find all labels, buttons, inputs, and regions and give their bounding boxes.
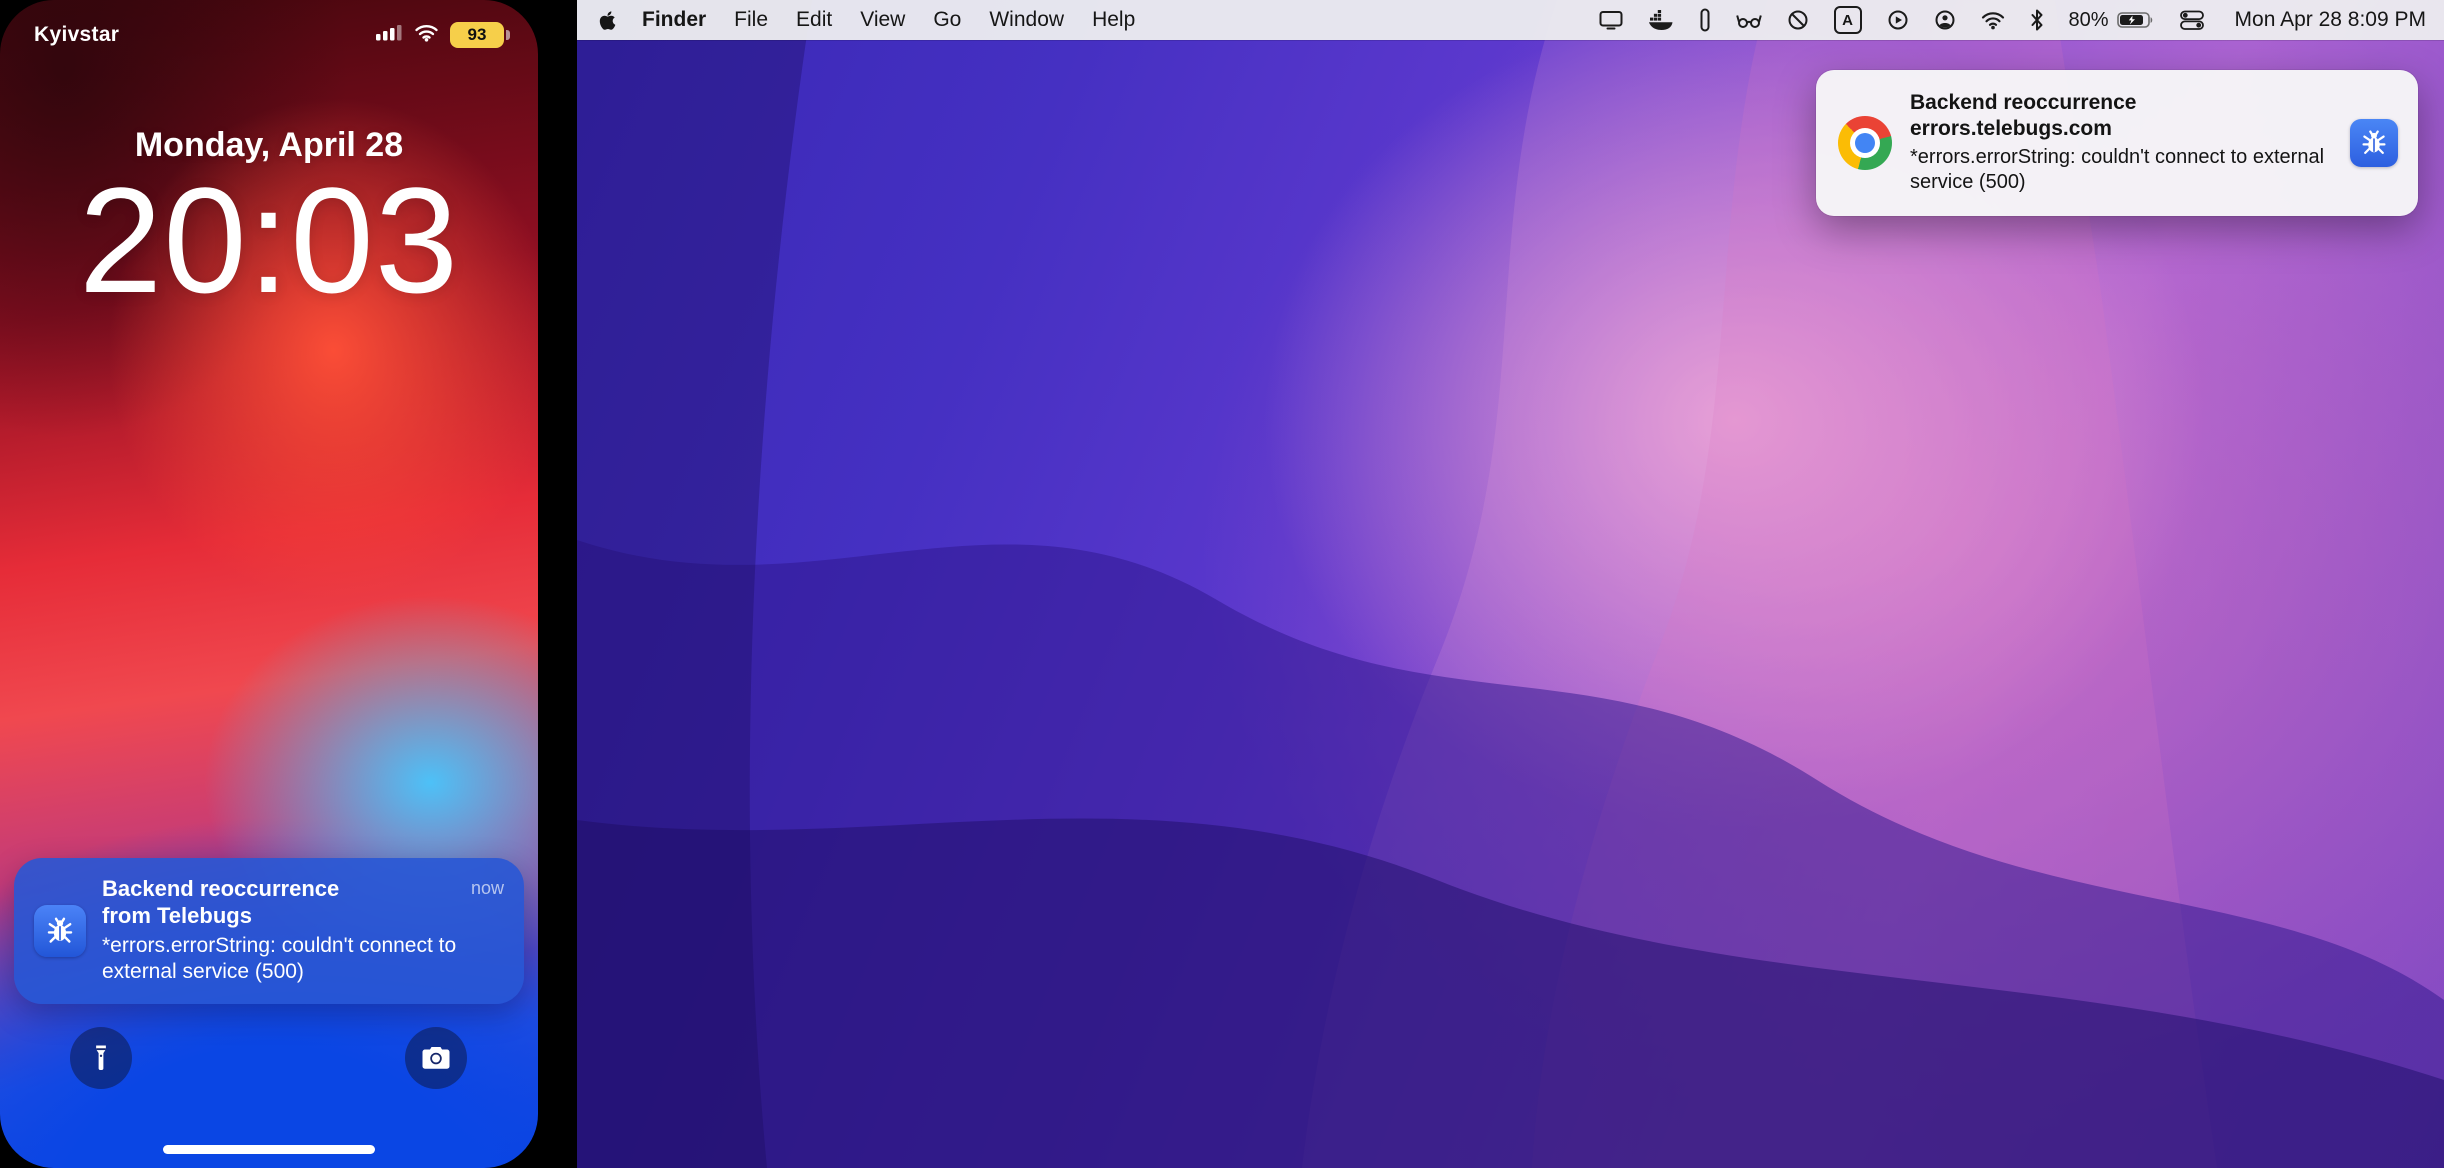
battery-icon <box>2117 11 2155 29</box>
macos-desktop[interactable]: Finder File Edit View Go Window Help <box>577 0 2444 1168</box>
bluetooth-icon[interactable] <box>2030 7 2044 33</box>
display-mirroring-icon[interactable] <box>1599 7 1623 33</box>
menu-go[interactable]: Go <box>919 8 975 32</box>
apple-logo-icon <box>599 10 616 31</box>
flashlight-button[interactable] <box>70 1027 132 1089</box>
battery-percent-label: 93 <box>468 25 487 45</box>
menubar: Finder File Edit View Go Window Help <box>577 0 2444 40</box>
bug-icon <box>43 914 77 948</box>
menu-help[interactable]: Help <box>1078 8 1149 32</box>
notification-content: Backend reoccurrence from Telebugs now *… <box>102 876 504 986</box>
apple-menu[interactable] <box>595 10 628 31</box>
desktop-notification[interactable]: Backend reoccurrence errors.telebugs.com… <box>1816 70 2418 216</box>
input-source-letter: A <box>1842 12 1853 29</box>
menu-edit[interactable]: Edit <box>782 8 846 32</box>
camera-icon <box>421 1045 451 1071</box>
phone-status-bar: Kyivstar 93 <box>0 22 538 48</box>
lock-screen-clock: 20:03 <box>0 158 538 323</box>
docker-icon[interactable] <box>1648 7 1674 33</box>
capsule-icon[interactable] <box>1699 7 1711 33</box>
notification-timestamp: now <box>471 878 504 899</box>
wifi-status-icon[interactable] <box>1981 7 2005 33</box>
notification-content: Backend reoccurrence errors.telebugs.com… <box>1910 90 2332 196</box>
user-circle-icon[interactable] <box>1934 7 1956 33</box>
cellular-signal-icon <box>376 24 403 46</box>
screenshot-stage: Kyivstar 93 Monday, April 28 20:03 <box>0 0 2444 1168</box>
control-center-icon[interactable] <box>2180 7 2204 33</box>
menubar-status-area: A 80% <box>1599 6 2426 34</box>
phone-notification[interactable]: Backend reoccurrence from Telebugs now *… <box>14 858 524 1004</box>
iphone-lock-screen: Kyivstar 93 Monday, April 28 20:03 <box>0 0 538 1168</box>
glasses-icon[interactable] <box>1736 7 1762 33</box>
notification-body: *errors.errorString: couldn't connect to… <box>1910 145 2332 196</box>
telebugs-icon <box>2350 119 2398 167</box>
do-not-disturb-icon[interactable] <box>1787 7 1809 33</box>
notification-body: *errors.errorString: couldn't connect to… <box>102 933 504 986</box>
home-indicator[interactable] <box>163 1145 375 1154</box>
menu-view[interactable]: View <box>846 8 919 32</box>
wifi-icon <box>414 24 439 47</box>
battery-indicator: 93 <box>450 22 504 48</box>
notification-title: Backend reoccurrence from Telebugs <box>102 876 339 930</box>
flashlight-icon <box>88 1043 114 1073</box>
play-circle-icon[interactable] <box>1887 7 1909 33</box>
battery-status[interactable]: 80% <box>2069 9 2155 32</box>
telebugs-app-icon <box>34 905 86 957</box>
notification-title: Backend reoccurrence errors.telebugs.com <box>1910 90 2332 143</box>
menu-file[interactable]: File <box>720 8 782 32</box>
menubar-app-name[interactable]: Finder <box>628 8 720 32</box>
phone-status-icons: 93 <box>376 22 504 48</box>
input-source-icon[interactable]: A <box>1834 6 1862 34</box>
battery-percent-label: 80% <box>2069 9 2109 32</box>
bug-icon <box>2358 127 2390 159</box>
menu-window[interactable]: Window <box>975 8 1078 32</box>
menubar-clock[interactable]: Mon Apr 28 8:09 PM <box>2235 8 2426 32</box>
chrome-icon <box>1838 116 1892 170</box>
carrier-label: Kyivstar <box>34 23 119 47</box>
camera-button[interactable] <box>405 1027 467 1089</box>
